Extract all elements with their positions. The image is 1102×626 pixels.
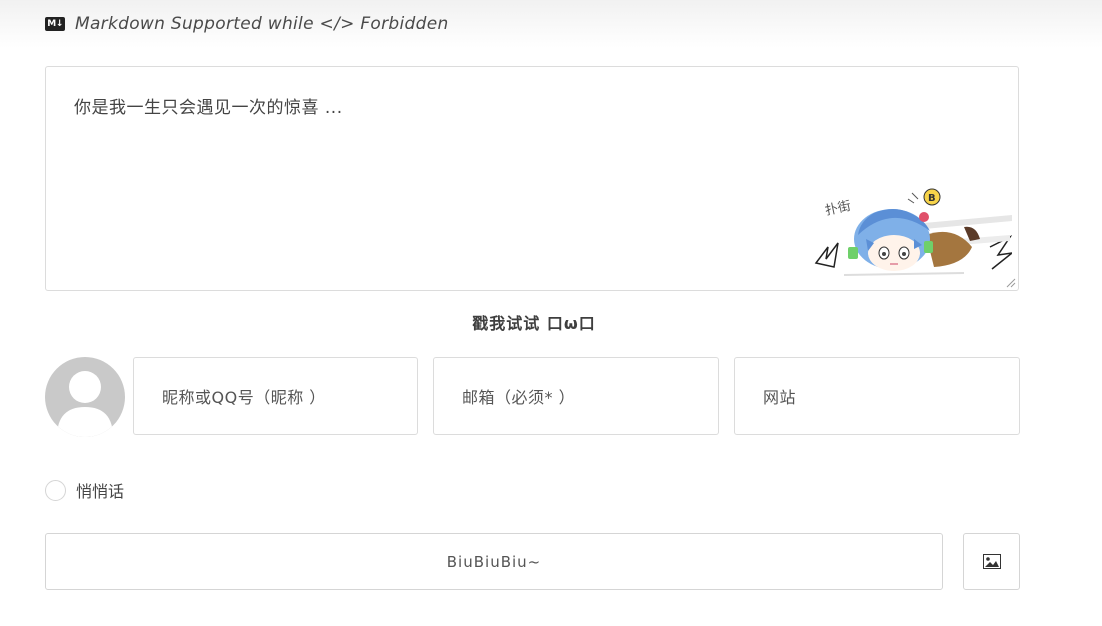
mascot-caption: 扑街 xyxy=(824,199,853,219)
email-field[interactable]: 邮箱（必须* ） xyxy=(433,357,719,435)
markdown-notice: M↓ Markdown Supported while </> Forbidde… xyxy=(45,12,449,36)
comment-textarea[interactable]: 你是我一生只会遇见一次的惊喜 ... 扑街 B xyxy=(45,66,1019,291)
private-comment-option[interactable]: 悄悄话 xyxy=(45,478,124,502)
website-placeholder: 网站 xyxy=(763,388,797,407)
image-icon xyxy=(982,554,1001,569)
image-upload-button[interactable] xyxy=(963,533,1020,590)
private-label: 悄悄话 xyxy=(76,482,125,501)
submit-label: BiuBiuBiu~ xyxy=(446,552,542,571)
email-placeholder: 邮箱（必须* ） xyxy=(462,388,576,407)
avatar xyxy=(45,357,125,437)
markdown-notice-text: Markdown Supported while </> Forbidden xyxy=(75,14,449,34)
markdown-icon: M↓ xyxy=(45,17,65,31)
submit-button[interactable]: BiuBiuBiu~ xyxy=(45,533,943,590)
mascot-badge: B xyxy=(928,193,936,204)
nickname-field[interactable]: 昵称或QQ号（昵称 ） xyxy=(133,357,418,435)
default-avatar-icon xyxy=(57,371,113,437)
website-field[interactable]: 网站 xyxy=(734,357,1020,435)
resize-handle[interactable] xyxy=(1006,278,1016,288)
private-radio[interactable] xyxy=(45,479,66,501)
mascot-sticker: 扑街 B xyxy=(814,188,1012,276)
poke-label: 戳我试试 口ω口 xyxy=(472,314,596,333)
nickname-placeholder: 昵称或QQ号（昵称 ） xyxy=(162,388,326,407)
poke-toggle[interactable]: 戳我试试 口ω口 xyxy=(0,310,1068,334)
comment-placeholder: 你是我一生只会遇见一次的惊喜 ... xyxy=(74,98,343,118)
